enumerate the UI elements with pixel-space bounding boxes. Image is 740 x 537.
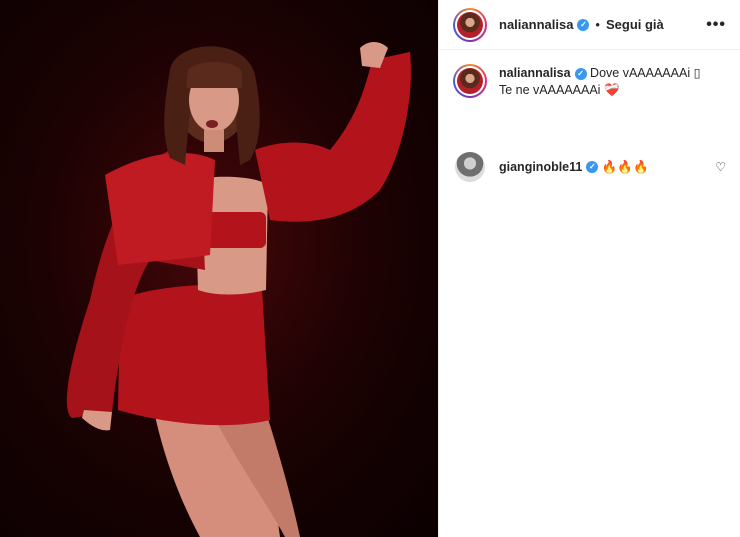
post-side-panel: naliannalisa ✓ • Segui già ••• naliannal… bbox=[438, 0, 740, 537]
post-image[interactable] bbox=[0, 0, 438, 537]
post-caption: naliannalisa ✓ Dove vAAAAAAAi ▯ Te ne vAA… bbox=[439, 50, 740, 99]
more-options-icon[interactable]: ••• bbox=[706, 16, 726, 34]
verified-badge-icon: ✓ bbox=[586, 161, 599, 174]
follow-button[interactable]: Segui già bbox=[606, 17, 664, 32]
post-image-illustration bbox=[0, 0, 438, 537]
comment-text: 🔥🔥🔥 bbox=[601, 159, 649, 174]
comment-item: gianginoble11 ✓ 🔥🔥🔥 ♡ bbox=[439, 152, 740, 182]
author-username[interactable]: naliannalisa bbox=[499, 17, 573, 32]
comment-username[interactable]: gianginoble11 bbox=[499, 160, 582, 174]
caption-line-2: Te ne vAAAAAAAi bbox=[499, 83, 601, 97]
caption-line-1: Dove vAAAAAAAi ▯ bbox=[590, 66, 701, 80]
post-header: naliannalisa ✓ • Segui già ••• bbox=[439, 0, 740, 50]
author-avatar[interactable] bbox=[453, 7, 487, 42]
caption-author-avatar[interactable] bbox=[453, 64, 487, 98]
caption-username[interactable]: naliannalisa bbox=[499, 66, 571, 80]
header-separator: • bbox=[595, 17, 600, 32]
verified-badge-icon: ✓ bbox=[574, 67, 587, 80]
verified-badge-icon: ✓ bbox=[577, 18, 590, 31]
commenter-avatar[interactable] bbox=[455, 152, 485, 182]
mending-heart-emoji: ❤️‍🩹 bbox=[603, 83, 620, 97]
like-comment-heart-icon[interactable]: ♡ bbox=[715, 160, 726, 174]
